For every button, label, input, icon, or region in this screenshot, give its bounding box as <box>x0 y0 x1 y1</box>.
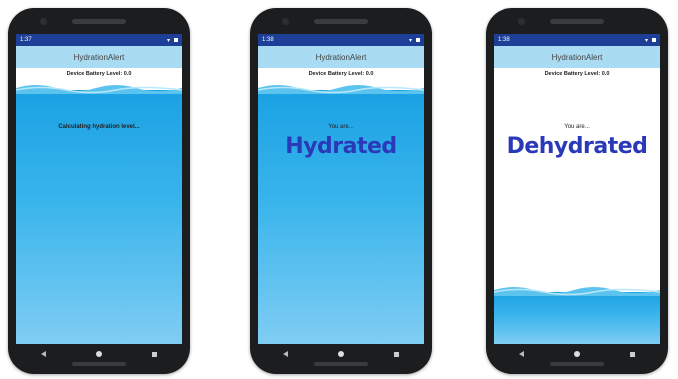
app-title: HydrationAlert <box>16 46 182 68</box>
bottom-speaker <box>550 362 604 366</box>
battery-icon <box>174 38 178 42</box>
status-time: 1:38 <box>498 37 510 43</box>
result-area: You are... Dehydrated <box>494 124 660 159</box>
nav-bar <box>16 344 182 364</box>
wave-graphic <box>258 85 424 94</box>
wifi-icon: ▾ <box>644 37 648 44</box>
status-time: 1:38 <box>262 37 274 43</box>
wave-graphic <box>494 287 660 296</box>
battery-icon <box>652 38 656 42</box>
back-icon[interactable] <box>519 351 524 357</box>
status-time: 1:37 <box>20 37 32 43</box>
message-area: Calculating hydration level... <box>16 124 182 130</box>
phone-2: 1:38 ▾ HydrationAlert Device Battery Lev… <box>250 8 432 374</box>
water-fill <box>494 287 660 344</box>
nav-bar <box>258 344 424 364</box>
battery-level-label: Device Battery Level: 0.0 <box>494 68 660 80</box>
app-title: HydrationAlert <box>494 46 660 68</box>
nav-bar <box>494 344 660 364</box>
app-screen: 1:38 ▾ HydrationAlert Device Battery Lev… <box>494 34 660 344</box>
battery-icon <box>416 38 420 42</box>
battery-level-label: Device Battery Level: 0.0 <box>258 68 424 80</box>
status-icons: ▾ <box>409 37 420 44</box>
back-icon[interactable] <box>283 351 288 357</box>
status-icons: ▾ <box>645 37 656 44</box>
app-screen: 1:38 ▾ HydrationAlert Device Battery Lev… <box>258 34 424 344</box>
wifi-icon: ▾ <box>408 37 412 44</box>
phone-3: 1:38 ▾ HydrationAlert Device Battery Lev… <box>486 8 668 374</box>
wifi-icon: ▾ <box>166 37 170 44</box>
status-bar: 1:37 ▾ <box>16 34 182 46</box>
front-camera <box>282 18 289 25</box>
earpiece-speaker <box>72 19 126 24</box>
status-bar: 1:38 ▾ <box>258 34 424 46</box>
recent-apps-icon[interactable] <box>394 351 399 357</box>
result-area: You are... Hydrated <box>258 124 424 159</box>
home-icon[interactable] <box>574 351 580 357</box>
status-bar: 1:38 ▾ <box>494 34 660 46</box>
hydration-result: Hydrated <box>285 134 397 159</box>
calculating-message: Calculating hydration level... <box>58 124 140 130</box>
battery-level-label: Device Battery Level: 0.0 <box>16 68 182 80</box>
app-title: HydrationAlert <box>258 46 424 68</box>
recent-apps-icon[interactable] <box>630 351 635 357</box>
wave-graphic <box>16 85 182 94</box>
status-icons: ▾ <box>167 37 178 44</box>
you-are-label: You are... <box>328 124 354 130</box>
earpiece-speaker <box>314 19 368 24</box>
bottom-speaker <box>72 362 126 366</box>
bottom-speaker <box>314 362 368 366</box>
app-screen: 1:37 ▾ HydrationAlert Device Battery Lev… <box>16 34 182 344</box>
phone-1: 1:37 ▾ HydrationAlert Device Battery Lev… <box>8 8 190 374</box>
front-camera <box>40 18 47 25</box>
home-icon[interactable] <box>96 351 102 357</box>
home-icon[interactable] <box>338 351 344 357</box>
hydration-result: Dehydrated <box>506 134 648 159</box>
recent-apps-icon[interactable] <box>152 351 157 357</box>
you-are-label: You are... <box>564 124 590 130</box>
front-camera <box>518 18 525 25</box>
earpiece-speaker <box>550 19 604 24</box>
back-icon[interactable] <box>41 351 46 357</box>
